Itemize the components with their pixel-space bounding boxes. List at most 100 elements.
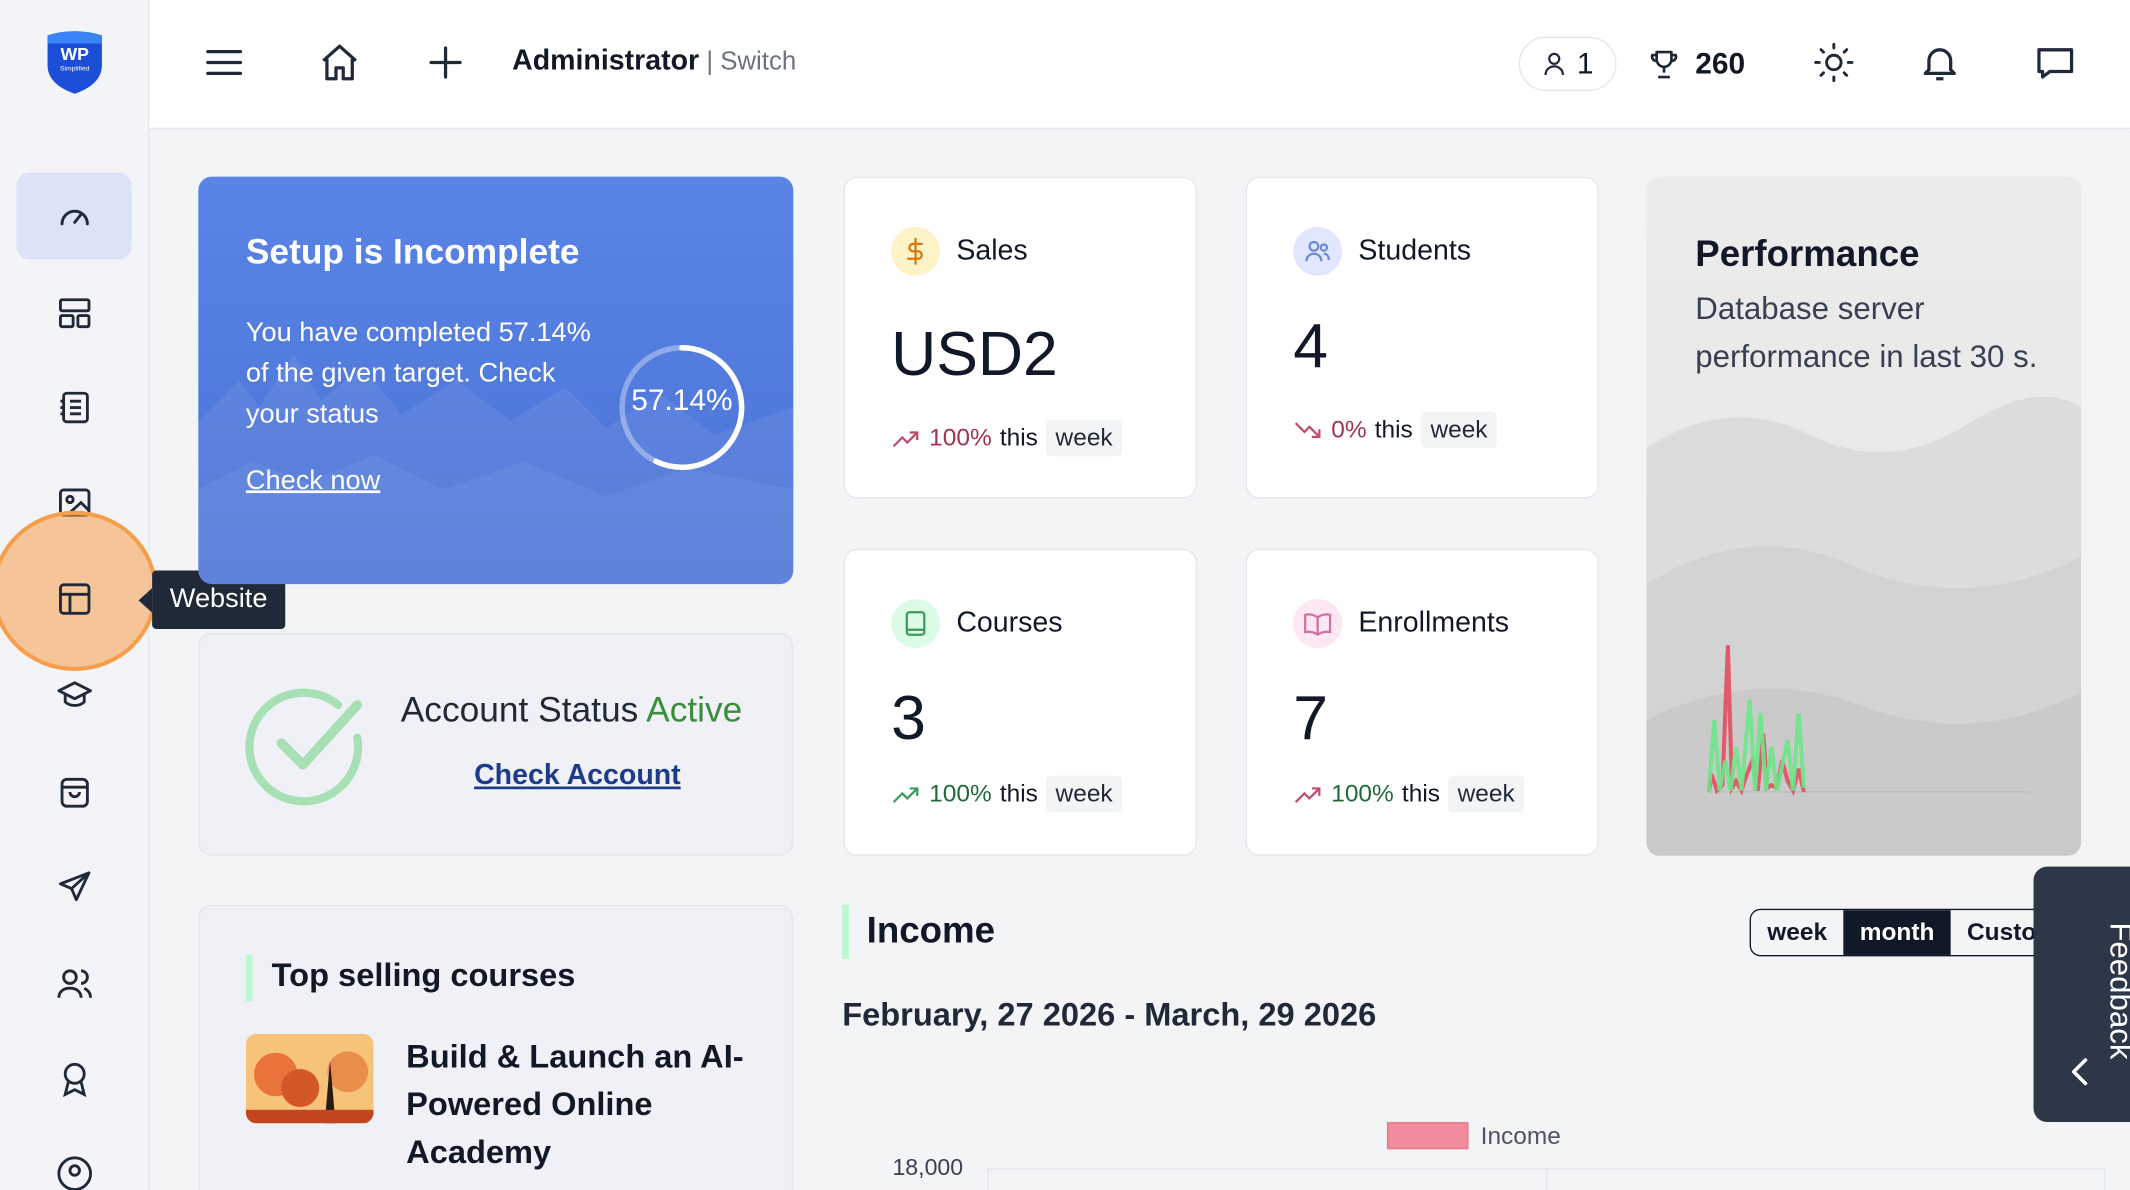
plus-icon[interactable]	[421, 38, 470, 87]
check-circle-icon	[245, 688, 363, 806]
income-legend-swatch[interactable]	[1386, 1122, 1469, 1150]
wp-simplified-logo[interactable]: WP Simplified	[43, 30, 105, 95]
home-icon[interactable]	[315, 38, 364, 87]
sales-trend: 100% this week	[891, 419, 1123, 457]
check-account-link[interactable]: Check Account	[474, 759, 681, 792]
students-week-badge: week	[1420, 411, 1498, 449]
sales-week-badge: week	[1046, 419, 1123, 457]
courses-pct: 100%	[929, 779, 992, 807]
enrollments-this: this	[1401, 779, 1440, 807]
sales-card: Sales USD2 100% this week	[843, 176, 1197, 499]
course-title[interactable]: Build & Launch an AI-Powered Online Acad…	[406, 1034, 759, 1177]
courses-value: 3	[891, 681, 926, 753]
sidebar-item-users[interactable]	[16, 940, 131, 1027]
users-count: 1	[1576, 46, 1594, 81]
performance-sparkline	[1646, 396, 2082, 856]
svg-text:Simplified: Simplified	[60, 66, 90, 73]
trend-up-icon	[892, 786, 919, 803]
course-thumbnail[interactable]	[245, 1033, 374, 1124]
courses-this: this	[999, 779, 1038, 807]
graduation-cap-icon	[56, 681, 92, 707]
account-status-text: Account Status Active	[401, 689, 743, 731]
courses-trend: 100% this week	[891, 775, 1123, 813]
dollar-icon	[891, 226, 941, 276]
income-range-toggle: week month Custo	[1749, 908, 2054, 957]
setup-card: Setup is Incomplete You have completed 5…	[198, 176, 794, 585]
enrollments-value: 7	[1293, 681, 1328, 753]
setup-text: You have completed 57.14% of the given t…	[245, 317, 591, 430]
range-month-button[interactable]: month	[1843, 910, 1951, 955]
trend-up-icon	[892, 430, 919, 447]
performance-card: Performance Database server performance …	[1646, 176, 2082, 856]
courses-card: Courses 3 100% this week	[843, 548, 1197, 856]
setup-title: Setup is Incomplete	[245, 230, 580, 272]
sidebar-item-website[interactable]	[16, 556, 131, 643]
user-icon	[1544, 52, 1564, 76]
income-accent-bar	[842, 904, 849, 960]
sidebar-item-layouts[interactable]	[16, 269, 131, 356]
svg-text:WP: WP	[61, 44, 90, 64]
feedback-tab[interactable]: Feedback	[2033, 866, 2130, 1123]
students-value: 4	[1293, 309, 1328, 381]
students-label: Students	[1358, 235, 1472, 267]
topbar: Administrator | Switch 1 260	[149, 0, 2130, 130]
sidebar-item-pages[interactable]	[16, 364, 131, 451]
bell-icon[interactable]	[1915, 38, 1964, 87]
trend-down-icon	[1294, 421, 1321, 438]
enrollments-trend: 100% this week	[1293, 775, 1525, 813]
courses-label: Courses	[956, 607, 1063, 639]
range-week-button[interactable]: week	[1751, 910, 1843, 955]
enrollments-card: Enrollments 7 100% this week	[1245, 548, 1599, 856]
sidebar-item-marketing[interactable]	[16, 844, 131, 931]
students-pct: 0%	[1331, 415, 1367, 443]
students-trend: 0% this week	[1293, 411, 1498, 449]
income-gridline-vertical	[987, 1168, 989, 1190]
points-value: 260	[1695, 46, 1746, 81]
top-selling-card: Top selling courses Build & Launch an AI…	[198, 904, 794, 1190]
income-title: Income	[866, 910, 996, 951]
paper-plane-icon	[58, 871, 90, 902]
online-users-pill[interactable]: 1	[1518, 36, 1617, 92]
shopping-bag-icon	[59, 777, 89, 808]
performance-text: Database server performance in last 30 s…	[1695, 290, 2038, 374]
chat-icon[interactable]	[2031, 38, 2080, 87]
trend-up-icon	[1294, 786, 1321, 803]
book-icon	[891, 599, 941, 648]
feedback-label: Feedback	[2103, 922, 2130, 1060]
sidebar: WP Simplified Website	[0, 0, 286, 1190]
menu-icon[interactable]	[200, 38, 249, 87]
role-label: Administrator	[512, 44, 700, 77]
income-legend-label[interactable]: Income	[1481, 1122, 1561, 1151]
income-gridline-vertical	[2104, 1168, 2106, 1190]
sidebar-item-certificates[interactable]	[16, 1035, 131, 1122]
enrollments-pct: 100%	[1331, 779, 1394, 807]
switch-link[interactable]: Switch	[720, 48, 796, 77]
performance-title: Performance	[1695, 233, 1920, 275]
role-switcher[interactable]: Administrator | Switch	[512, 45, 796, 78]
open-book-icon	[1293, 599, 1343, 648]
document-list-icon	[59, 391, 89, 424]
gauge-icon	[59, 209, 89, 226]
sales-this: this	[999, 423, 1038, 451]
sidebar-item-dashboard[interactable]	[16, 172, 132, 260]
users-icon	[1293, 226, 1343, 276]
check-now-link[interactable]: Check now	[246, 466, 380, 497]
account-status-card: Account Status Active Check Account	[198, 633, 794, 856]
user-circle-icon	[56, 1156, 92, 1190]
sidebar-item-courses[interactable]	[16, 652, 131, 739]
enrollments-label: Enrollments	[1358, 607, 1510, 639]
points-display[interactable]: 260	[1646, 38, 1745, 90]
sidebar-item-store[interactable]	[16, 748, 131, 835]
sun-icon[interactable]	[1809, 38, 1858, 87]
layout-grid-icon	[58, 298, 90, 329]
website-layout-icon	[58, 583, 90, 615]
income-ytick-top: 18,000	[892, 1154, 964, 1181]
sidebar-item-profile[interactable]	[16, 1130, 131, 1190]
students-card: Students 4 0% this week	[1245, 176, 1599, 499]
setup-progress-label: 57.14%	[631, 383, 733, 418]
income-gridline-vertical	[1545, 1168, 1548, 1190]
account-status-value: Active	[646, 688, 743, 730]
sales-pct: 100%	[929, 423, 992, 451]
income-date-range: February, 27 2026 - March, 29 2026	[842, 997, 1377, 1034]
role-separator: |	[699, 47, 721, 77]
